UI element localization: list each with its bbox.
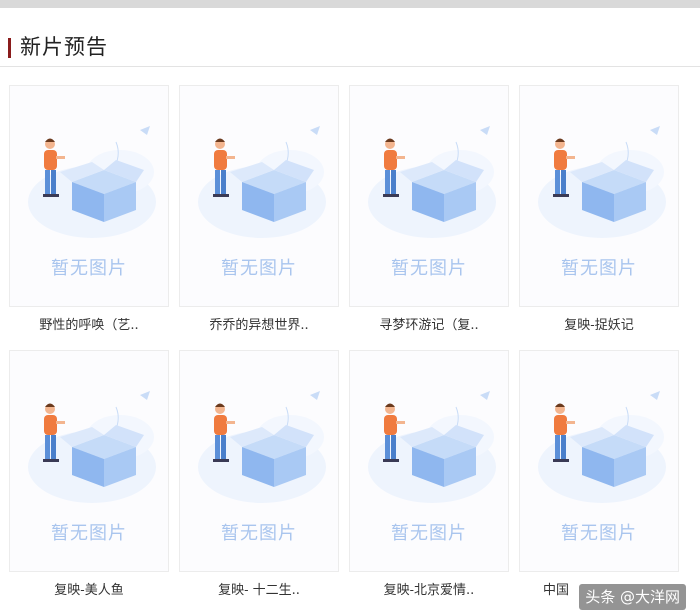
watermark: 头条 @大洋网 <box>579 584 686 610</box>
section-title: 新片预告 <box>20 35 108 59</box>
empty-box-illustration-icon <box>368 126 496 238</box>
empty-box-illustration-icon <box>198 391 326 503</box>
empty-box-illustration-icon <box>538 126 666 238</box>
movie-card[interactable]: 暂无图片 中国 <box>519 350 679 610</box>
movie-card[interactable]: 暂无图片 复映-美人鱼 <box>9 350 169 610</box>
empty-box-illustration-icon <box>28 391 156 503</box>
movie-poster-placeholder[interactable]: 暂无图片 <box>519 350 679 572</box>
movie-poster-placeholder[interactable]: 暂无图片 <box>519 85 679 307</box>
no-image-label: 暂无图片 <box>561 258 637 279</box>
movie-title[interactable]: 复映-美人鱼 <box>9 579 169 598</box>
no-image-label: 暂无图片 <box>51 258 127 279</box>
movie-poster-placeholder[interactable]: 暂无图片 <box>9 85 169 307</box>
movie-card[interactable]: 暂无图片 野性的呼唤（艺.. <box>9 85 169 345</box>
movie-title[interactable]: 复映-捉妖记 <box>519 314 679 333</box>
movie-title[interactable]: 寻梦环游记（复.. <box>349 314 509 333</box>
empty-box-illustration-icon <box>538 391 666 503</box>
movie-title[interactable]: 复映- 十二生.. <box>179 579 339 598</box>
movie-card[interactable]: 暂无图片 寻梦环游记（复.. <box>349 85 509 345</box>
movie-card[interactable]: 暂无图片 乔乔的异想世界.. <box>179 85 339 345</box>
no-image-label: 暂无图片 <box>391 523 467 544</box>
movie-card[interactable]: 暂无图片 复映-捉妖记 <box>519 85 679 345</box>
movie-poster-placeholder[interactable]: 暂无图片 <box>179 85 339 307</box>
section-header: 新片预告 <box>0 30 700 67</box>
no-image-label: 暂无图片 <box>391 258 467 279</box>
no-image-label: 暂无图片 <box>51 523 127 544</box>
movie-poster-placeholder[interactable]: 暂无图片 <box>179 350 339 572</box>
empty-box-illustration-icon <box>198 126 326 238</box>
movie-card[interactable]: 暂无图片 复映-北京爱情.. <box>349 350 509 610</box>
empty-box-illustration-icon <box>368 391 496 503</box>
movie-title[interactable]: 复映-北京爱情.. <box>349 579 509 598</box>
no-image-label: 暂无图片 <box>561 523 637 544</box>
movie-poster-placeholder[interactable]: 暂无图片 <box>9 350 169 572</box>
movie-poster-placeholder[interactable]: 暂无图片 <box>349 85 509 307</box>
movie-title[interactable]: 乔乔的异想世界.. <box>179 314 339 333</box>
title-accent-bar <box>8 38 11 58</box>
movie-card[interactable]: 暂无图片 复映- 十二生.. <box>179 350 339 610</box>
empty-box-illustration-icon <box>28 126 156 238</box>
movie-title[interactable]: 野性的呼唤（艺.. <box>9 314 169 333</box>
no-image-label: 暂无图片 <box>221 523 297 544</box>
movie-poster-placeholder[interactable]: 暂无图片 <box>349 350 509 572</box>
top-bar <box>0 0 700 8</box>
no-image-label: 暂无图片 <box>221 258 297 279</box>
